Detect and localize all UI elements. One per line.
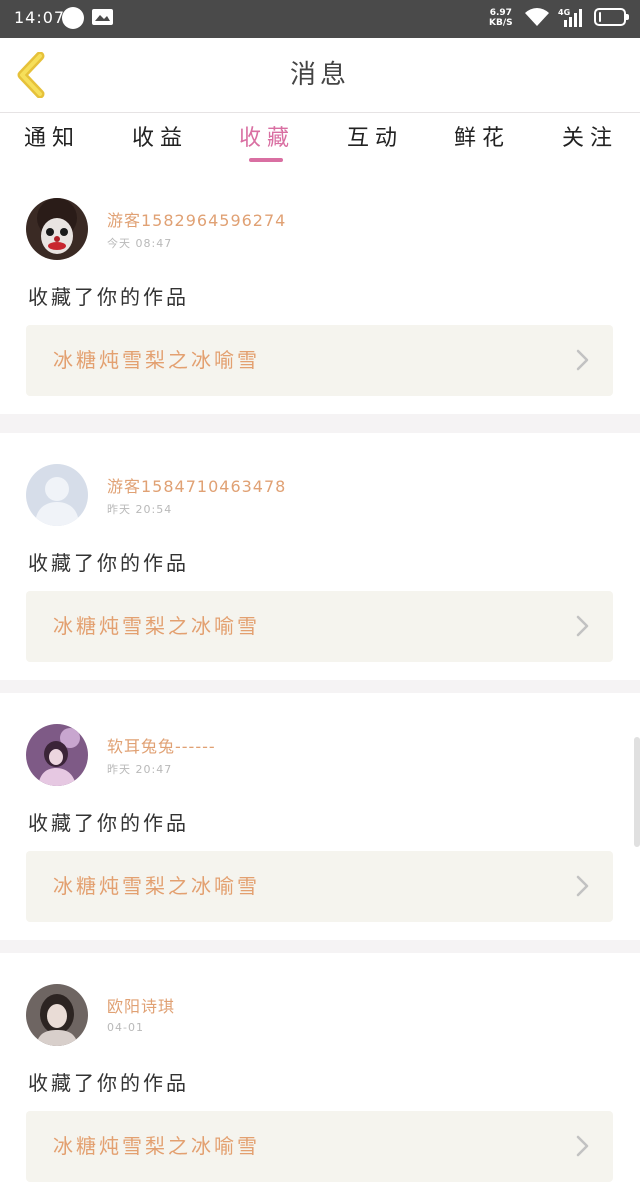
network-speed-value: 6.97 xyxy=(489,8,512,18)
avatar[interactable] xyxy=(26,198,88,260)
work-title: 冰糖炖雪梨之冰喻雪 xyxy=(53,874,260,898)
tab-notification[interactable]: 通知 xyxy=(2,113,102,167)
tab-flowers[interactable]: 鲜花 xyxy=(432,113,532,167)
username[interactable]: 软耳兔兔------ xyxy=(107,733,216,757)
work-link[interactable]: 冰糖炖雪梨之冰喻雪 xyxy=(26,1111,613,1182)
avatar[interactable] xyxy=(26,464,88,526)
work-title: 冰糖炖雪梨之冰喻雪 xyxy=(53,348,260,372)
message-time: 今天 08:47 xyxy=(107,237,173,250)
username[interactable]: 游客1582964596274 xyxy=(107,207,286,231)
tab-interaction[interactable]: 互动 xyxy=(325,113,425,167)
message-card: 游客1584710463478 昨天 20:54 收藏了你的作品 冰糖炖雪梨之冰… xyxy=(0,433,640,680)
chevron-right-icon xyxy=(576,1135,589,1157)
action-text: 收藏了你的作品 xyxy=(28,811,189,835)
avatar[interactable] xyxy=(26,724,88,786)
default-avatar-icon xyxy=(26,464,88,526)
message-time: 04-01 xyxy=(107,1021,144,1034)
action-text: 收藏了你的作品 xyxy=(28,285,189,309)
notification-bubble-icon xyxy=(62,7,84,29)
message-card: 游客1582964596274 今天 08:47 收藏了你的作品 冰糖炖雪梨之冰… xyxy=(0,167,640,414)
work-link[interactable]: 冰糖炖雪梨之冰喻雪 xyxy=(26,851,613,922)
status-bar: 14:07 6.97 KB/S 4G 4 xyxy=(0,0,640,38)
message-time: 昨天 20:54 xyxy=(107,503,173,516)
work-link[interactable]: 冰糖炖雪梨之冰喻雪 xyxy=(26,325,613,396)
girl-avatar-icon xyxy=(26,984,88,1046)
tab-follow[interactable]: 关注 xyxy=(540,113,640,167)
status-time: 14:07 xyxy=(14,8,66,27)
work-title: 冰糖炖雪梨之冰喻雪 xyxy=(53,614,260,638)
battery-icon: 4 xyxy=(594,8,629,26)
image-notification-icon xyxy=(92,9,113,25)
chevron-right-icon xyxy=(576,349,589,371)
network-speed: 6.97 KB/S xyxy=(489,8,513,28)
girl-avatar-icon xyxy=(26,724,88,786)
signal-icon: 4G xyxy=(558,6,588,34)
username[interactable]: 游客1584710463478 xyxy=(107,473,286,497)
battery-level: 4 xyxy=(606,11,614,22)
work-title: 冰糖炖雪梨之冰喻雪 xyxy=(53,1134,260,1158)
network-type-label: 4G xyxy=(558,8,570,17)
message-card: 欧阳诗琪 04-01 收藏了你的作品 冰糖炖雪梨之冰喻雪 xyxy=(0,953,640,1200)
tab-bar: 通知 收益 收藏 互动 鲜花 关注 xyxy=(0,113,640,167)
page-title: 消息 xyxy=(289,60,350,90)
action-text: 收藏了你的作品 xyxy=(28,1071,189,1095)
work-link[interactable]: 冰糖炖雪梨之冰喻雪 xyxy=(26,591,613,662)
username[interactable]: 欧阳诗琪 xyxy=(107,993,175,1017)
message-time: 昨天 20:47 xyxy=(107,763,173,776)
tab-earnings[interactable]: 收益 xyxy=(110,113,210,167)
app-header: 消息 xyxy=(0,38,640,113)
scrollbar[interactable] xyxy=(634,737,640,847)
message-card: 软耳兔兔------ 昨天 20:47 收藏了你的作品 冰糖炖雪梨之冰喻雪 xyxy=(0,693,640,940)
clown-avatar-icon xyxy=(26,198,88,260)
active-tab-indicator xyxy=(249,158,283,162)
wifi-icon xyxy=(524,6,550,32)
chevron-right-icon xyxy=(576,615,589,637)
avatar[interactable] xyxy=(26,984,88,1046)
network-speed-unit: KB/S xyxy=(489,18,513,28)
action-text: 收藏了你的作品 xyxy=(28,551,189,575)
chevron-right-icon xyxy=(576,875,589,897)
